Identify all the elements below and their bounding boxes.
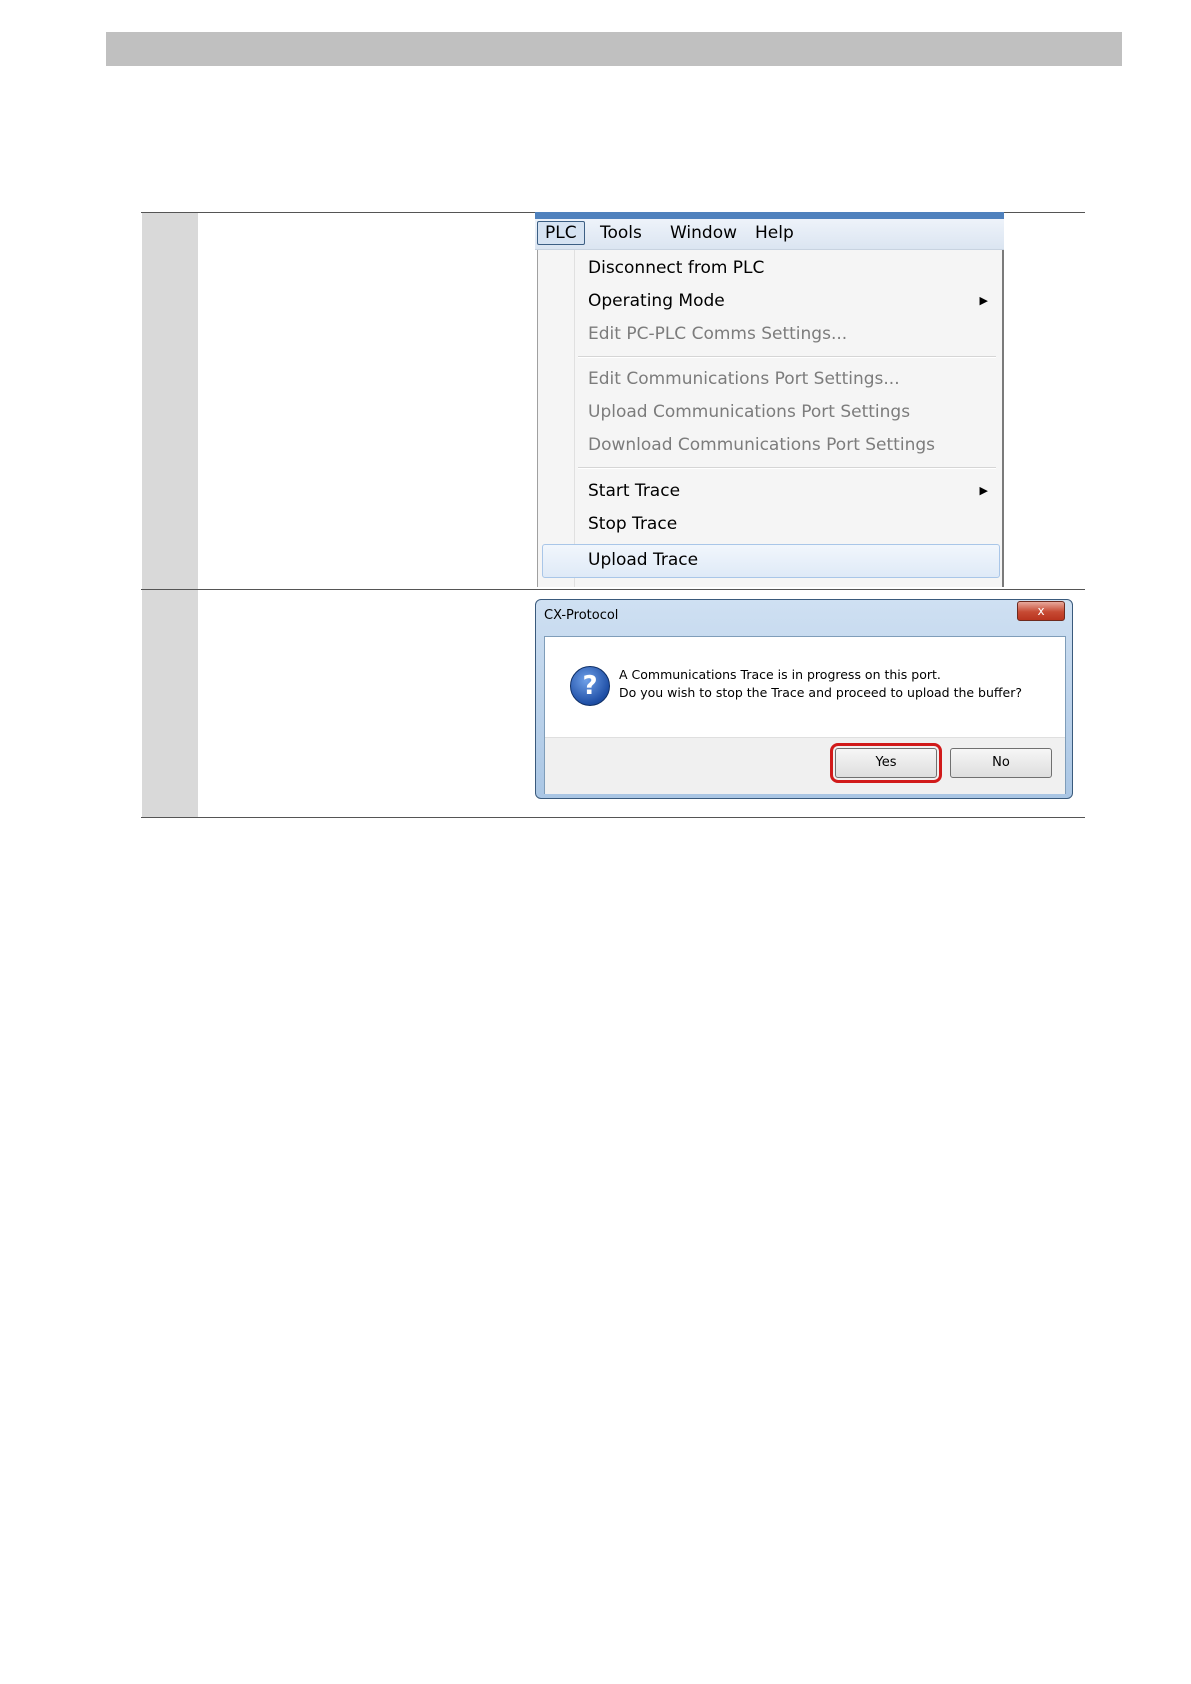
menu-item-operating-mode[interactable]: Operating Mode ▶ bbox=[588, 288, 988, 314]
menu-window[interactable]: Window bbox=[663, 222, 744, 244]
step-number-cell bbox=[142, 213, 198, 589]
window-frame-strip bbox=[535, 212, 1004, 219]
submenu-arrow-icon: ▶ bbox=[979, 294, 988, 307]
plc-menu-screenshot: PLC Tools Window Help Disconnect from PL… bbox=[535, 212, 1004, 587]
menu-item-upload-comms-port[interactable]: Upload Communications Port Settings bbox=[588, 399, 988, 425]
menu-item-download-comms-port[interactable]: Download Communications Port Settings bbox=[588, 432, 988, 458]
menu-item-stop-trace[interactable]: Stop Trace bbox=[588, 511, 988, 537]
question-icon: ? bbox=[570, 666, 610, 706]
menu-plc[interactable]: PLC bbox=[537, 221, 585, 245]
close-icon: x bbox=[1037, 604, 1045, 618]
table-row-rule bbox=[141, 589, 1085, 590]
menu-bar: PLC Tools Window Help bbox=[535, 219, 1004, 250]
menu-icon-gutter bbox=[574, 250, 575, 587]
menu-item-edit-comms-port[interactable]: Edit Communications Port Settings... bbox=[588, 366, 988, 392]
menu-item-start-trace[interactable]: Start Trace ▶ bbox=[588, 478, 988, 504]
plc-dropdown-menu: Disconnect from PLC Operating Mode ▶ Edit… bbox=[537, 250, 1004, 587]
dialog-message-line: A Communications Trace is in progress on… bbox=[619, 667, 941, 682]
menu-item-edit-pc-plc-comms[interactable]: Edit PC-PLC Comms Settings... bbox=[588, 321, 988, 347]
menu-item-disconnect[interactable]: Disconnect from PLC bbox=[588, 255, 988, 281]
cx-protocol-dialog: CX-Protocol x ? A Communications Trace i… bbox=[535, 599, 1073, 799]
dialog-title: CX-Protocol bbox=[544, 608, 619, 623]
dialog-button-bar: Yes No bbox=[545, 737, 1065, 794]
close-button[interactable]: x bbox=[1017, 601, 1065, 621]
menu-separator bbox=[578, 467, 996, 469]
page-header-bar bbox=[106, 32, 1122, 66]
dialog-body: ? A Communications Trace is in progress … bbox=[544, 636, 1066, 794]
submenu-arrow-icon: ▶ bbox=[979, 484, 988, 497]
menu-tools[interactable]: Tools bbox=[593, 222, 649, 244]
dialog-message: A Communications Trace is in progress on… bbox=[619, 666, 1059, 702]
dialog-message-line: Do you wish to stop the Trace and procee… bbox=[619, 685, 1022, 700]
table-bottom-rule bbox=[141, 817, 1085, 818]
menu-item-upload-trace[interactable]: Upload Trace bbox=[588, 547, 988, 573]
step-number-cell bbox=[142, 590, 198, 817]
menu-separator bbox=[578, 356, 996, 358]
menu-help[interactable]: Help bbox=[748, 222, 801, 244]
yes-button[interactable]: Yes bbox=[830, 743, 942, 783]
no-button[interactable]: No bbox=[950, 748, 1052, 778]
